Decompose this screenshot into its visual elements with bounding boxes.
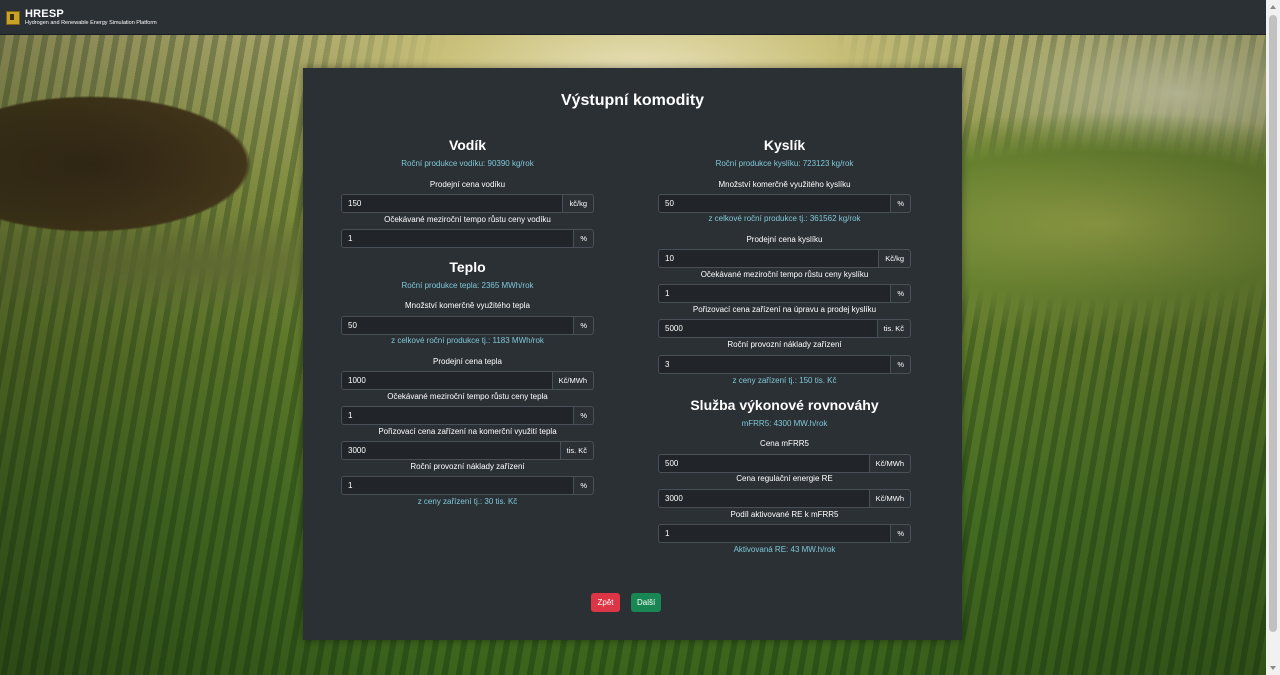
teplo-price-group: Kč/MWh [341,371,594,390]
vodik-growth-input[interactable] [341,229,575,248]
teplo-growth-group: % [341,406,594,425]
teplo-usage-label: Množství komerčně využitého tepla [405,301,530,310]
teplo-opex-input[interactable] [341,476,575,495]
teplo-price-label: Prodejní cena tepla [433,357,502,366]
kyslik-capex-label: Pořizovací cena zařízení na úpravu a pro… [692,305,877,314]
vodik-growth-unit: % [574,229,594,248]
scroll-up-icon[interactable] [1270,5,1276,9]
teplo-opex-info: z ceny zařízení tj.: 30 tis. Kč [417,497,518,506]
scroll-down-icon[interactable] [1270,666,1276,670]
kyslik-capex-unit: tis. Kč [877,319,911,338]
teplo-usage-input[interactable] [341,316,575,335]
mfrr-price-group: Kč/MWh [658,454,911,473]
kyslik-price-label: Prodejní cena kyslíku [746,235,823,244]
page-title: Výstupní komodity [560,92,705,109]
kyslik-opex-group: % [658,355,911,374]
kyslik-price-group: Kč/kg [658,249,911,268]
teplo-heading: Teplo [449,259,486,275]
sluzba-info: mFRR5: 4300 MW.h/rok [741,419,828,428]
output-commodities-panel: Výstupní komodity Vodík Roční produkce v… [303,68,962,640]
vodik-price-unit: kč/kg [563,194,594,213]
vodik-growth-label: Očekávané meziroční tempo růstu ceny vod… [384,215,551,224]
kyslik-usage-unit: % [891,194,911,213]
mfrr-price-label: Cena mFRR5 [760,439,809,448]
brand-name: HRESP [25,8,64,20]
scrollbar-thumb[interactable] [1269,15,1277,632]
teplo-capex-label: Pořizovací cena zařízení na komerční vyu… [378,427,557,436]
kyslik-price-input[interactable] [658,249,880,268]
vodik-production: Roční produkce vodíku: 90390 kg/rok [401,159,534,168]
kyslik-growth-group: % [658,284,911,303]
teplo-growth-input[interactable] [341,406,575,425]
vodik-heading: Vodík [448,137,487,153]
sluzba-heading: Služba výkonové rovnováhy [690,397,879,413]
teplo-opex-group: % [341,476,594,495]
kyslik-production: Roční produkce kyslíku: 723123 kg/rok [715,159,854,168]
teplo-usage-unit: % [574,316,594,335]
hresp-logo-icon [6,11,20,25]
re-price-label: Cena regulační energie RE [736,474,833,483]
navbar: HRESP Hydrogen and Renewable Energy Simu… [0,0,1266,35]
page-scrollbar[interactable] [1266,0,1280,675]
brand-subtitle: Hydrogen and Renewable Energy Simulation… [25,20,157,26]
kyslik-growth-input[interactable] [658,284,892,303]
vodik-price-group: kč/kg [341,194,594,213]
re-share-info: Aktivovaná RE: 43 MW.h/rok [733,545,836,554]
teplo-opex-unit: % [574,476,594,495]
kyslik-price-unit: Kč/kg [879,249,911,268]
re-share-label: Podíl aktivované RE k mFRR5 [730,510,839,519]
teplo-price-input[interactable] [341,371,553,390]
teplo-price-unit: Kč/MWh [552,371,594,390]
back-button[interactable]: Zpět [591,593,620,612]
kyslik-opex-unit: % [891,355,911,374]
mfrr-price-unit: Kč/MWh [869,454,911,473]
re-share-group: % [658,524,911,543]
kyslik-usage-group: % [658,194,911,213]
kyslik-usage-input[interactable] [658,194,892,213]
re-price-group: Kč/MWh [658,489,911,508]
teplo-production: Roční produkce tepla: 2365 MWh/rok [401,281,534,290]
teplo-capex-unit: tis. Kč [560,441,594,460]
teplo-capex-input[interactable] [341,441,561,460]
brand[interactable]: HRESP Hydrogen and Renewable Energy Simu… [6,9,157,27]
teplo-opex-label: Roční provozní náklady zařízení [410,462,525,471]
vodik-price-label: Prodejní cena vodíku [429,180,506,189]
teplo-capex-group: tis. Kč [341,441,594,460]
teplo-growth-unit: % [574,406,594,425]
kyslik-usage-info: z celkové roční produkce tj.: 361562 kg/… [708,214,861,223]
vodik-growth-group: % [341,229,594,248]
kyslik-capex-input[interactable] [658,319,878,338]
vodik-price-input[interactable] [341,194,564,213]
re-price-unit: Kč/MWh [869,489,911,508]
teplo-usage-group: % [341,316,594,335]
kyslik-growth-label: Očekávané meziroční tempo růstu ceny kys… [700,270,869,279]
kyslik-usage-label: Množství komerčně využitého kyslíku [718,180,851,189]
kyslik-opex-label: Roční provozní náklady zařízení [727,340,842,349]
teplo-growth-label: Očekávané meziroční tempo růstu ceny tep… [387,392,548,401]
kyslik-heading: Kyslík [763,137,806,153]
teplo-usage-info: z celkové roční produkce tj.: 1183 MWh/r… [391,336,544,345]
kyslik-capex-group: tis. Kč [658,319,911,338]
re-share-input[interactable] [658,524,892,543]
kyslik-growth-unit: % [891,284,911,303]
kyslik-opex-input[interactable] [658,355,892,374]
re-share-unit: % [891,524,911,543]
next-button[interactable]: Další [631,593,661,612]
kyslik-opex-info: z ceny zařízení tj.: 150 tis. Kč [732,376,837,385]
mfrr-price-input[interactable] [658,454,870,473]
re-price-input[interactable] [658,489,870,508]
